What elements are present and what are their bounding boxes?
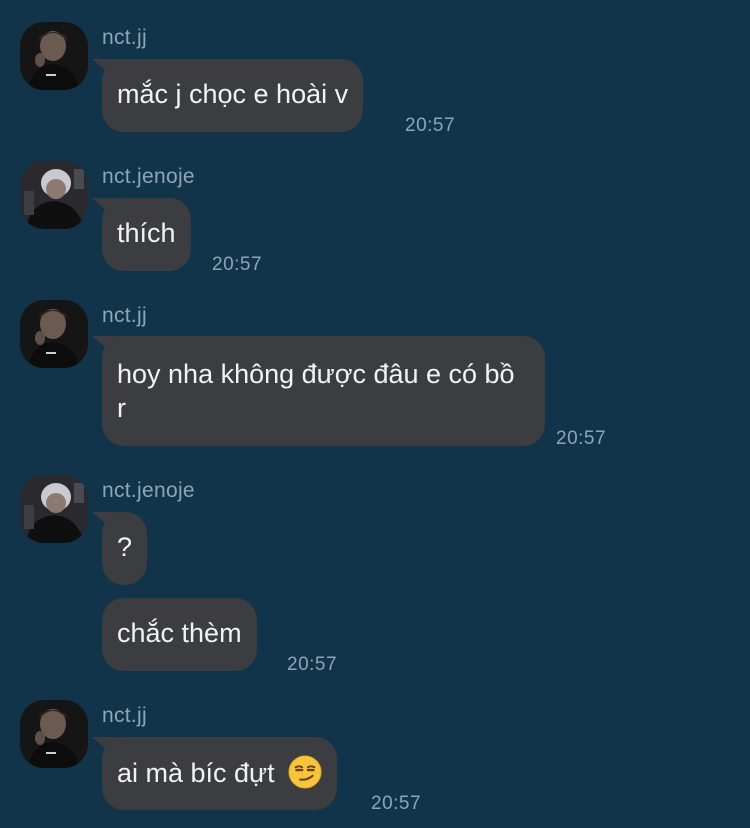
smirking-face-emoji (288, 755, 322, 789)
message-bubble[interactable]: mắc j chọc e hoài v (102, 59, 364, 132)
avatar-image (20, 300, 88, 368)
message-timestamp: 20:57 (212, 254, 263, 275)
chat-thread: nct.jj mắc j chọc e hoài v 20:57 nct.jen… (0, 0, 750, 828)
message-text: ? (117, 532, 133, 562)
message-bubble[interactable]: hoy nha không được đâu e có bồ r (102, 336, 545, 446)
message-text: hoy nha không được đâu e có bồ r (117, 359, 515, 423)
sender-name[interactable]: nct.jj (102, 304, 147, 328)
sender-name[interactable]: nct.jj (102, 704, 147, 728)
message-bubble[interactable]: ? (102, 512, 148, 585)
sender-name[interactable]: nct.jj (102, 26, 147, 50)
avatar-nct-jj[interactable] (20, 700, 88, 768)
avatar-nct-jj[interactable] (20, 300, 88, 368)
avatar-nct-jenoje[interactable] (20, 475, 88, 543)
sender-name[interactable]: nct.jenoje (102, 165, 195, 189)
avatar-image (20, 22, 88, 90)
avatar-image (20, 161, 88, 229)
avatar-nct-jenoje[interactable] (20, 161, 88, 229)
message-timestamp: 20:57 (556, 428, 607, 449)
message-bubble[interactable]: thích (102, 198, 191, 271)
avatar-image (20, 700, 88, 768)
message-timestamp: 20:57 (287, 654, 338, 675)
message-text: ai mà bíc đựt (117, 758, 275, 788)
message-timestamp: 20:57 (405, 115, 456, 136)
message-text: mắc j chọc e hoài v (117, 79, 349, 109)
avatar-image (20, 475, 88, 543)
message-text: chắc thèm (117, 618, 242, 648)
avatar-nct-jj[interactable] (20, 22, 88, 90)
message-text: thích (117, 218, 176, 248)
message-timestamp: 20:57 (371, 793, 422, 814)
sender-name[interactable]: nct.jenoje (102, 479, 195, 503)
message-bubble[interactable]: chắc thèm (102, 598, 257, 671)
message-bubble[interactable]: ai mà bíc đựt (102, 737, 338, 810)
